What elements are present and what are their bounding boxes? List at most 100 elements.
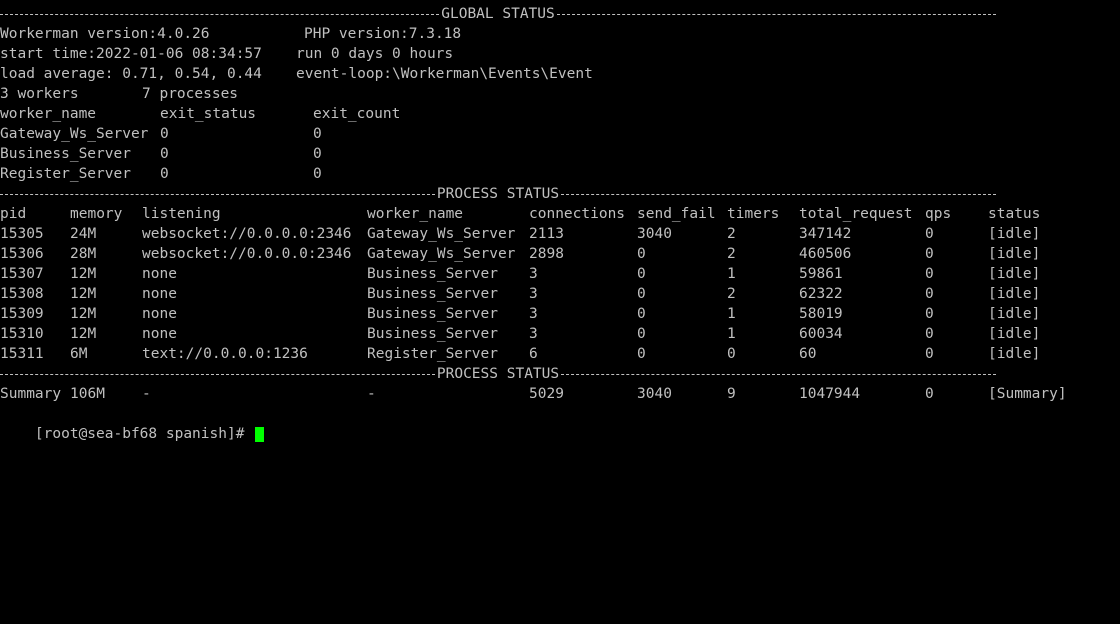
- timers: 1: [727, 306, 736, 322]
- process-row: 15309 12M none Business_Server 3 0 1 580…: [0, 304, 1040, 324]
- prompt-line[interactable]: [root@sea-bf68 spanish]#: [0, 404, 265, 442]
- total-request: 347142: [799, 226, 852, 242]
- memory: 12M: [70, 286, 97, 302]
- summary-qps: 0: [925, 386, 934, 402]
- exit-worker-name: Gateway_Ws_Server: [0, 126, 149, 142]
- terminal-window[interactable]: [ ... ] GLOBAL STATUS Workerman version:…: [0, 0, 1120, 442]
- total-request: 59861: [799, 266, 843, 282]
- send-fail: 0: [637, 266, 646, 282]
- memory: 24M: [70, 226, 97, 242]
- qps: 0: [925, 306, 934, 322]
- process-status-separator: PROCESS STATUS: [0, 184, 996, 204]
- listening: none: [142, 266, 177, 282]
- connections: 3: [529, 266, 538, 282]
- timers: 2: [727, 286, 736, 302]
- status: [idle]: [988, 326, 1041, 342]
- process-header-row: pid memory listening worker_name connect…: [0, 204, 1040, 224]
- pid: 15307: [0, 266, 44, 282]
- pid: 15311: [0, 346, 44, 362]
- workers-count: 3 workers: [0, 86, 79, 102]
- separator-dash: [561, 374, 996, 375]
- start-time: start time:2022-01-06 08:34:57: [0, 46, 262, 62]
- pid: 15310: [0, 326, 44, 342]
- memory: 12M: [70, 326, 97, 342]
- exit-header-row: worker_name exit_status exit_count: [0, 104, 400, 124]
- global-status-separator: GLOBAL STATUS: [0, 4, 996, 24]
- worker-name: Register_Server: [367, 346, 498, 362]
- connections: 2113: [529, 226, 564, 242]
- summary-memory: 106M: [70, 386, 105, 402]
- status: [idle]: [988, 306, 1041, 322]
- connections: 3: [529, 286, 538, 302]
- pid: 15306: [0, 246, 44, 262]
- exit-row: Register_Server 0 0: [0, 164, 322, 184]
- memory: 12M: [70, 266, 97, 282]
- connections: 2898: [529, 246, 564, 262]
- header-total-request: total_request: [799, 206, 913, 222]
- process-row: 15307 12M none Business_Server 3 0 1 598…: [0, 264, 1040, 284]
- total-request: 60034: [799, 326, 843, 342]
- send-fail: 0: [637, 286, 646, 302]
- total-request: 62322: [799, 286, 843, 302]
- qps: 0: [925, 226, 934, 242]
- summary-worker-name: -: [367, 386, 376, 402]
- worker-name: Business_Server: [367, 286, 498, 302]
- worker-name: Business_Server: [367, 326, 498, 342]
- status: [idle]: [988, 246, 1041, 262]
- total-request: 60: [799, 346, 817, 362]
- total-request: 460506: [799, 246, 852, 262]
- qps: 0: [925, 266, 934, 282]
- process-row: 15305 24M websocket://0.0.0.0:2346 Gatew…: [0, 224, 1040, 244]
- send-fail: 0: [637, 346, 646, 362]
- summary-row: Summary 106M - - 5029 3040 9 1047944 0 […: [0, 384, 1067, 404]
- exit-header-exit-count: exit_count: [313, 106, 401, 122]
- workers-line: 3 workers 7 processes: [0, 84, 238, 104]
- connections: 6: [529, 346, 538, 362]
- summary-total-request: 1047944: [799, 386, 861, 402]
- exit-row: Gateway_Ws_Server 0 0: [0, 124, 322, 144]
- separator-dash: [0, 374, 435, 375]
- listening: websocket://0.0.0.0:2346: [142, 226, 352, 242]
- exit-header-exit-status: exit_status: [160, 106, 257, 122]
- listening: none: [142, 306, 177, 322]
- separator-dash: [556, 14, 996, 15]
- processes-count: 7 processes: [142, 86, 239, 102]
- timers: 0: [727, 346, 736, 362]
- process-row: 15306 28M websocket://0.0.0.0:2346 Gatew…: [0, 244, 1040, 264]
- send-fail: 0: [637, 306, 646, 322]
- exit-status: 0: [160, 166, 169, 182]
- exit-count: 0: [313, 166, 322, 182]
- status: [idle]: [988, 226, 1041, 242]
- header-send-fail: send_fail: [637, 206, 716, 222]
- memory: 28M: [70, 246, 97, 262]
- header-pid: pid: [0, 206, 27, 222]
- worker-name: Gateway_Ws_Server: [367, 246, 516, 262]
- version-line: Workerman version:4.0.26 PHP version:7.3…: [0, 24, 461, 44]
- status: [idle]: [988, 266, 1041, 282]
- process-status-title: PROCESS STATUS: [436, 366, 560, 382]
- exit-row: Business_Server 0 0: [0, 144, 322, 164]
- separator-dash: [0, 14, 440, 15]
- listening: none: [142, 326, 177, 342]
- workerman-version: Workerman version:4.0.26: [0, 26, 210, 42]
- run-time: run 0 days 0 hours: [296, 46, 454, 62]
- timers: 1: [727, 326, 736, 342]
- send-fail: 0: [637, 246, 646, 262]
- timers: 1: [727, 266, 736, 282]
- worker-name: Business_Server: [367, 306, 498, 322]
- start-time-line: start time:2022-01-06 08:34:57 run 0 day…: [0, 44, 453, 64]
- worker-name: Business_Server: [367, 266, 498, 282]
- process-status-separator: PROCESS STATUS: [0, 364, 996, 384]
- event-loop: event-loop:\Workerman\Events\Event: [296, 66, 593, 82]
- status: [idle]: [988, 286, 1041, 302]
- timers: 2: [727, 246, 736, 262]
- separator-dash: [561, 194, 996, 195]
- header-listening: listening: [142, 206, 221, 222]
- load-average-line: load average: 0.71, 0.54, 0.44 event-loo…: [0, 64, 593, 84]
- summary-label: Summary: [0, 386, 62, 402]
- listening: websocket://0.0.0.0:2346: [142, 246, 352, 262]
- worker-name: Gateway_Ws_Server: [367, 226, 516, 242]
- header-qps: qps: [925, 206, 952, 222]
- connections: 3: [529, 306, 538, 322]
- send-fail: 0: [637, 326, 646, 342]
